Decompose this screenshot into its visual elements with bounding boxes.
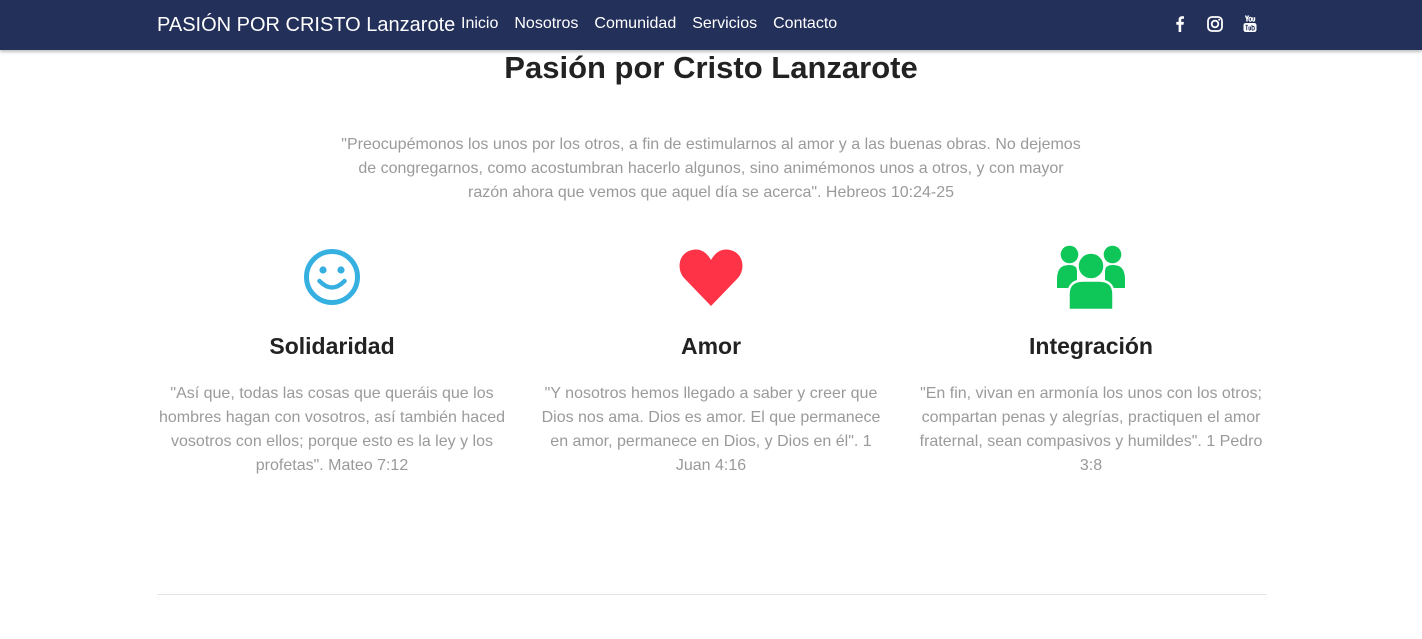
nav-link-contacto[interactable]: Contacto [773,14,837,34]
feature-text: "Y nosotros hemos llegado a saber y cree… [541,385,881,474]
top-navbar: PASIÓN POR CRISTO Lanzarote Inicio Nosot… [0,0,1422,50]
section-divider [157,594,1267,595]
brand-link[interactable]: PASIÓN POR CRISTO Lanzarote [157,13,455,37]
facebook-icon[interactable] [1170,14,1190,34]
heart-icon [679,249,743,306]
users-group-icon [1057,245,1125,312]
nav-link-nosotros[interactable]: Nosotros [514,14,578,34]
feature-text: "En fin, vivan en armonía los unos con l… [919,385,1263,474]
smiley-icon [304,249,360,305]
feature-text: "Así que, todas las cosas que queráis qu… [159,385,505,474]
page-title: Pasión por Cristo Lanzarote [504,50,918,85]
social-links [1170,14,1260,34]
instagram-icon[interactable] [1205,14,1225,34]
nav-link-inicio[interactable]: Inicio [461,14,498,34]
nav-menu: Inicio Nosotros Comunidad Servicios Cont… [461,14,837,34]
feature-amor: Amor "Y nosotros hemos llegado a saber y… [531,240,891,478]
nav-link-comunidad[interactable]: Comunidad [594,14,676,34]
youtube-icon[interactable] [1240,14,1260,34]
feature-title: Amor [680,333,742,359]
feature-integracion: Integración "En fin, vivan en armonía lo… [911,240,1271,478]
feature-solidaridad: Solidaridad "Así que, todas las cosas qu… [152,240,512,478]
feature-title: Solidaridad [269,333,395,359]
feature-title: Integración [1029,333,1153,359]
intro-quote: "Preocupémonos los unos por los otros, a… [341,136,1081,201]
nav-link-servicios[interactable]: Servicios [692,14,757,34]
